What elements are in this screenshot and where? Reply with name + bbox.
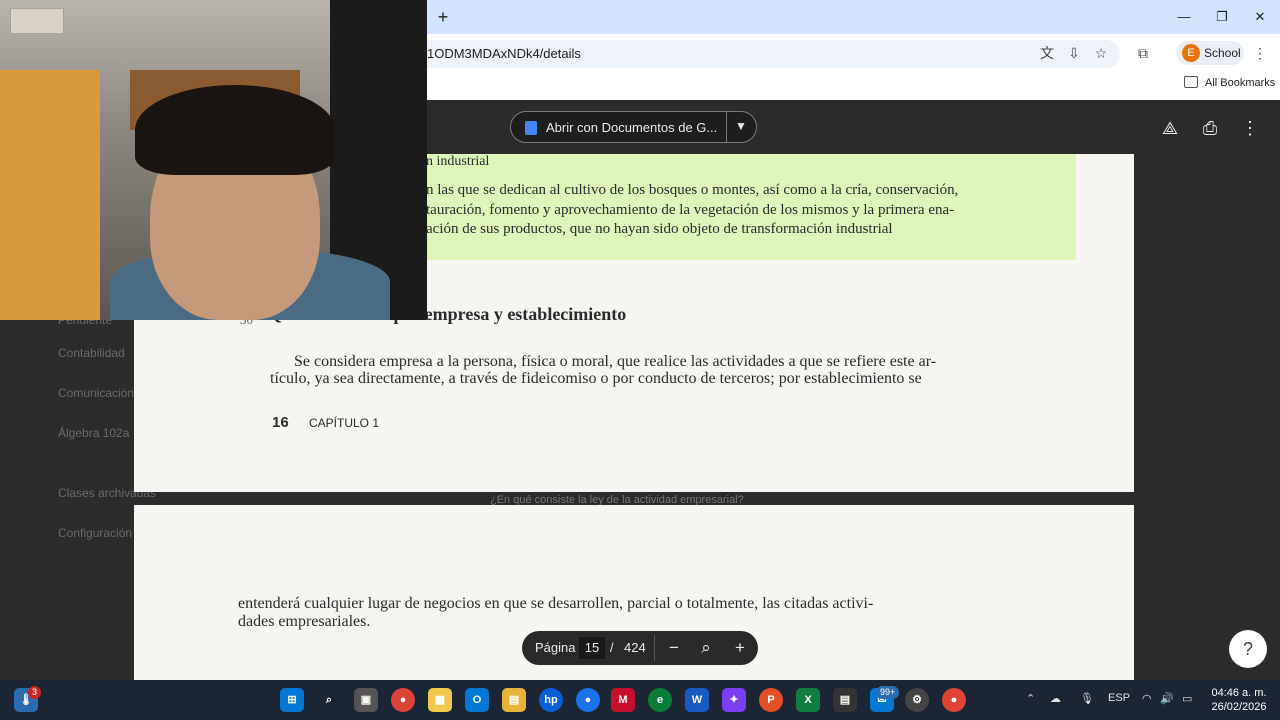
clock[interactable]: 04:46 a. m. 26/02/2026	[1204, 686, 1274, 714]
highlight-heading: n industrial	[426, 154, 490, 169]
settings-icon[interactable]: ⚙	[905, 688, 929, 712]
hp-icon[interactable]: hp	[539, 688, 563, 712]
clock-time: 04:46 a. m.	[1211, 687, 1267, 699]
person-hair	[135, 85, 335, 175]
divider	[654, 635, 655, 661]
divider	[726, 112, 727, 142]
add-to-drive-icon[interactable]: ⟁	[1159, 117, 1181, 139]
open-with-docs-button[interactable]: Abrir con Documentos de G... ▼	[510, 111, 757, 143]
edge-icon[interactable]: e	[648, 688, 672, 712]
body-line: Se considera empresa a la persona, físic…	[294, 353, 937, 370]
chapter-label: CAPÍTULO 1	[309, 416, 380, 430]
copilot-icon[interactable]: ✦	[722, 688, 746, 712]
zoom-out-button[interactable]: −	[662, 636, 686, 660]
wifi-icon[interactable]: ◠	[1142, 692, 1152, 705]
chrome-profile-icon[interactable]: ●	[942, 688, 966, 712]
chevron-down-icon[interactable]: ▼	[735, 119, 747, 133]
highlight-line: n las que se dedican al cultivo de los b…	[426, 182, 959, 198]
translate-icon[interactable]: 文	[1038, 44, 1056, 62]
cloud-icon[interactable]: ☁	[1050, 692, 1061, 705]
minimize-button[interactable]: —	[1172, 6, 1196, 28]
open-with-label: Abrir con Documentos de G...	[546, 120, 718, 135]
total-pages: 424	[624, 640, 646, 655]
clock-date: 26/02/2026	[1211, 701, 1267, 713]
volume-icon[interactable]: 🔊	[1160, 692, 1174, 705]
door	[0, 70, 100, 320]
highlight-line: ación de sus productos, que no hayan sid…	[426, 221, 893, 237]
chrome-icon[interactable]: ●	[391, 688, 415, 712]
url-text[interactable]: 1ODM3MDAxNDk4/details	[427, 46, 581, 61]
body-line: tículo, ya sea directamente, a través de…	[270, 370, 922, 387]
body-line: dades empresariales.	[238, 613, 371, 630]
new-tab-button[interactable]: +	[433, 7, 453, 27]
help-button[interactable]: ?	[1229, 630, 1267, 668]
bg-sidebar-item: Contabilidad	[58, 346, 125, 360]
print-icon[interactable]: ⎙	[1199, 117, 1221, 139]
avatar[interactable]: E	[1182, 44, 1200, 62]
chrome-app-icon[interactable]: ●	[576, 688, 600, 712]
extensions-icon[interactable]: ⧉	[1134, 44, 1152, 62]
wall-vent	[10, 8, 64, 34]
file-explorer-icon[interactable]: ▤	[502, 688, 526, 712]
bg-sidebar-item: Comunicación	[58, 386, 135, 400]
profile-label[interactable]: School	[1204, 46, 1241, 60]
more-options-icon[interactable]: ⋮	[1239, 117, 1261, 139]
bg-sidebar-item: Configuración	[58, 526, 133, 540]
bookmark-star-icon[interactable]: ☆	[1092, 44, 1110, 62]
zoom-in-button[interactable]: +	[728, 636, 752, 660]
bg-sidebar-item: Álgebra 102a	[58, 426, 130, 440]
all-bookmarks-link[interactable]: All Bookmarks	[1205, 77, 1275, 89]
highlight-line: tauración, fomento y aprovechamiento de …	[426, 202, 955, 218]
restore-button[interactable]: ❐	[1210, 6, 1234, 28]
start-icon[interactable]: ⊞	[280, 688, 304, 712]
zoom-search-icon[interactable]: ⌕	[694, 636, 718, 660]
close-button[interactable]: ✕	[1248, 6, 1272, 28]
chrome-menu-icon[interactable]: ⋮	[1251, 44, 1269, 62]
terminal-icon[interactable]: ▤	[833, 688, 857, 712]
page-separator: /	[610, 640, 614, 655]
page-number: 16	[272, 414, 289, 431]
word-icon[interactable]: W	[685, 688, 709, 712]
excel-icon[interactable]: X	[796, 688, 820, 712]
microphone-icon[interactable]: 🎙	[1080, 692, 1094, 705]
battery-icon[interactable]: ▭	[1182, 692, 1192, 705]
page-label: Página	[535, 640, 576, 655]
install-app-icon[interactable]: ⇩	[1065, 44, 1083, 62]
outlook-icon[interactable]: O	[465, 688, 489, 712]
body-line: entenderá cualquier lugar de negocios en…	[238, 595, 874, 612]
app-icon[interactable]: P	[759, 688, 783, 712]
notification-badge: 3	[28, 686, 42, 699]
google-docs-icon	[525, 121, 537, 135]
task-view-icon[interactable]: ▣	[354, 688, 378, 712]
search-icon[interactable]: ⌕	[317, 688, 341, 712]
page-number-input[interactable]: 15	[579, 637, 605, 659]
store-icon[interactable]: ▦	[428, 688, 452, 712]
mcafee-icon[interactable]: M	[611, 688, 635, 712]
folder-icon	[1184, 76, 1198, 88]
webcam-overlay	[0, 0, 427, 320]
page-controls: Página 15 / 424 − ⌕ +	[522, 631, 758, 665]
mail-badge: 99+	[876, 686, 900, 699]
chevron-up-icon[interactable]: ⌃	[1026, 692, 1035, 705]
language-indicator[interactable]: ESP	[1108, 692, 1130, 704]
